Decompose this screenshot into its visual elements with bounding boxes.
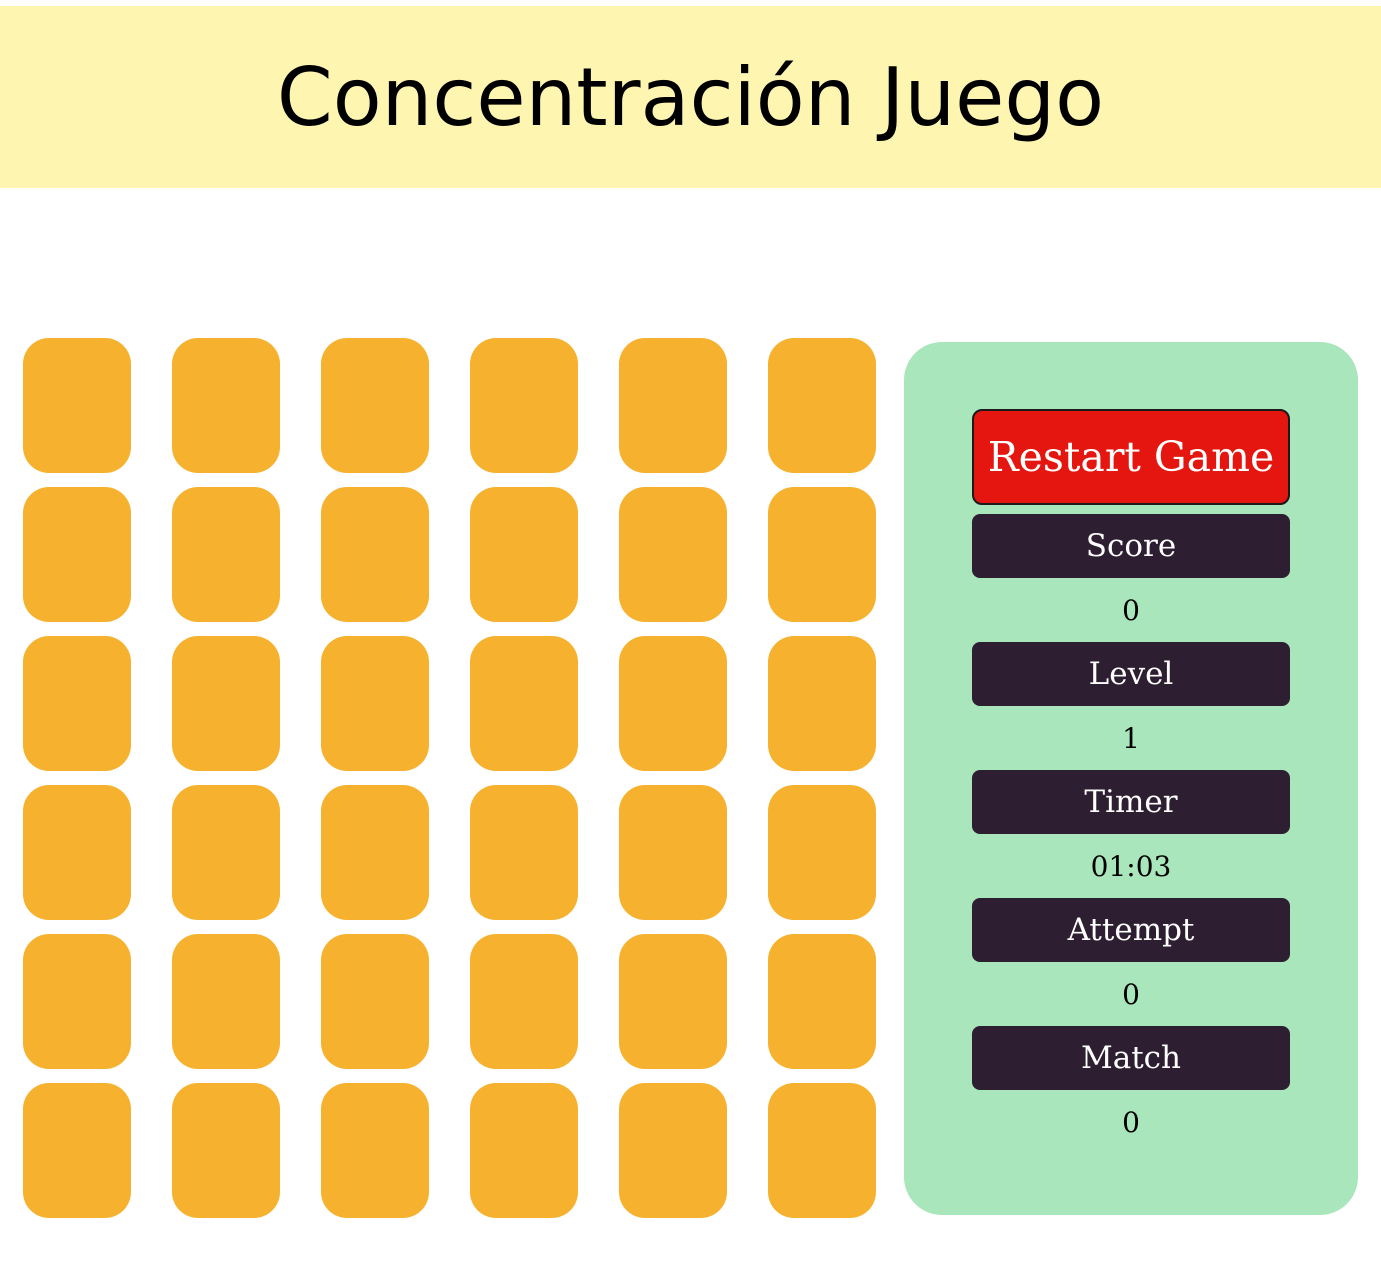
match-label: Match [972, 1026, 1290, 1090]
header-banner: Concentración Juego [0, 6, 1381, 188]
attempt-label: Attempt [972, 898, 1290, 962]
card-r6-c6[interactable] [768, 1083, 876, 1218]
restart-game-button[interactable]: Restart Game [972, 409, 1290, 505]
card-r4-c2[interactable] [172, 785, 280, 920]
card-r1-c2[interactable] [172, 338, 280, 473]
card-r5-c5[interactable] [619, 934, 727, 1069]
card-r1-c5[interactable] [619, 338, 727, 473]
card-r1-c4[interactable] [470, 338, 578, 473]
timer-label: Timer [972, 770, 1290, 834]
card-r5-c4[interactable] [470, 934, 578, 1069]
level-label: Level [972, 642, 1290, 706]
card-r6-c3[interactable] [321, 1083, 429, 1218]
card-r5-c1[interactable] [23, 934, 131, 1069]
page-title: Concentración Juego [276, 50, 1105, 144]
card-r1-c1[interactable] [23, 338, 131, 473]
card-r4-c4[interactable] [470, 785, 578, 920]
stats-panel: Restart Game Score 0 Level 1 Timer 01:03… [904, 342, 1358, 1215]
score-label: Score [972, 514, 1290, 578]
card-r6-c1[interactable] [23, 1083, 131, 1218]
card-r3-c5[interactable] [619, 636, 727, 771]
card-r3-c1[interactable] [23, 636, 131, 771]
card-board [23, 338, 877, 1218]
attempt-value: 0 [1122, 977, 1140, 1011]
card-r4-c3[interactable] [321, 785, 429, 920]
card-r6-c2[interactable] [172, 1083, 280, 1218]
card-r3-c4[interactable] [470, 636, 578, 771]
match-value: 0 [1122, 1105, 1140, 1139]
card-r4-c1[interactable] [23, 785, 131, 920]
card-r6-c4[interactable] [470, 1083, 578, 1218]
card-r2-c4[interactable] [470, 487, 578, 622]
timer-value: 01:03 [1090, 849, 1172, 883]
card-r5-c2[interactable] [172, 934, 280, 1069]
card-r4-c5[interactable] [619, 785, 727, 920]
score-value: 0 [1122, 593, 1140, 627]
card-r6-c5[interactable] [619, 1083, 727, 1218]
card-r5-c3[interactable] [321, 934, 429, 1069]
card-r1-c3[interactable] [321, 338, 429, 473]
card-r5-c6[interactable] [768, 934, 876, 1069]
card-r2-c5[interactable] [619, 487, 727, 622]
card-r2-c6[interactable] [768, 487, 876, 622]
card-r3-c6[interactable] [768, 636, 876, 771]
card-r2-c2[interactable] [172, 487, 280, 622]
card-r1-c6[interactable] [768, 338, 876, 473]
card-r3-c3[interactable] [321, 636, 429, 771]
level-value: 1 [1122, 721, 1140, 755]
card-r2-c3[interactable] [321, 487, 429, 622]
card-r3-c2[interactable] [172, 636, 280, 771]
card-r4-c6[interactable] [768, 785, 876, 920]
card-r2-c1[interactable] [23, 487, 131, 622]
